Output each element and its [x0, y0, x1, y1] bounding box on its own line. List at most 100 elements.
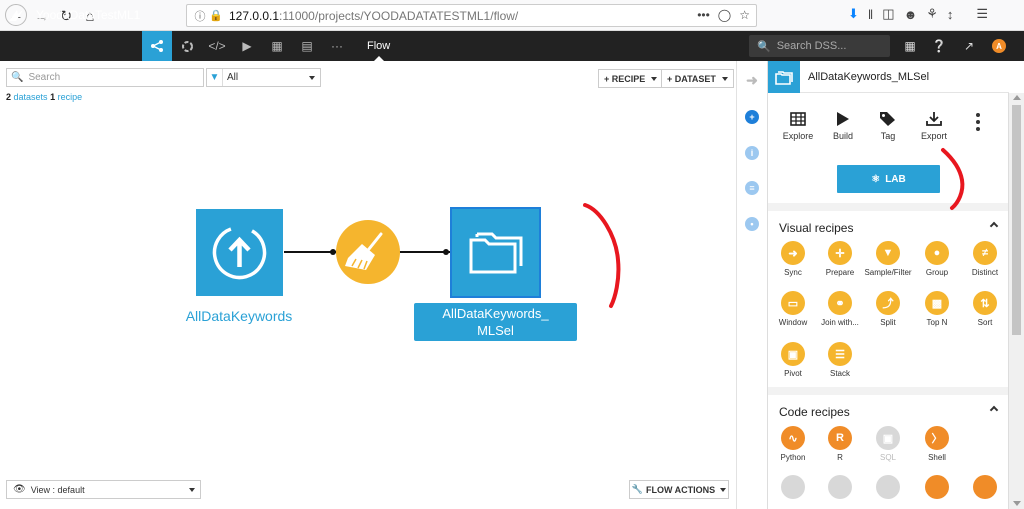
- right-icon-rail: ➜ + i ≡ •: [736, 61, 767, 509]
- recipe-sample-filter[interactable]: ▼ Sample/Filter: [864, 241, 912, 277]
- sql-icon: ▣: [876, 426, 900, 450]
- recipe-label: Stack: [829, 369, 850, 378]
- discussion-icon[interactable]: •: [745, 217, 759, 231]
- recipe-sql[interactable]: ▣ SQL: [864, 426, 912, 462]
- menu-icon[interactable]: ☰: [976, 6, 988, 22]
- target-dataset-label[interactable]: AllDataKeywords_ MLSel: [414, 303, 577, 341]
- chevron-up-icon[interactable]: [989, 405, 999, 415]
- more-vertical-icon[interactable]: [976, 113, 982, 134]
- recipe-window[interactable]: ▭ Window: [769, 291, 817, 327]
- recipe-group[interactable]: ● Group: [913, 241, 961, 277]
- recipe-label: Python: [780, 453, 806, 462]
- lab-label: LAB: [885, 173, 906, 185]
- recipe-shell[interactable]: 〉 Shell: [913, 426, 961, 462]
- target-dataset-node[interactable]: [450, 207, 541, 298]
- recipe-label: Sort: [977, 318, 993, 327]
- recipe-label: R: [837, 453, 843, 462]
- recipe-spark-sql[interactable]: [913, 475, 961, 502]
- scrollbar-thumb[interactable]: [1012, 105, 1021, 335]
- build-label: Build: [832, 131, 853, 141]
- explore-button[interactable]: Explore: [777, 109, 819, 141]
- recipe-hive[interactable]: [864, 475, 912, 502]
- recipe-python[interactable]: ∿ Python: [769, 426, 817, 462]
- top-n-icon: ▩: [925, 291, 949, 315]
- hive-icon: [876, 475, 900, 499]
- spark-sql-icon: [925, 475, 949, 499]
- recipe-stack[interactable]: ☰ Stack: [816, 342, 864, 378]
- help-icon[interactable]: ❔: [927, 31, 951, 61]
- source-dataset-node[interactable]: [196, 209, 283, 296]
- funnel-icon: ▼: [876, 241, 900, 265]
- collapse-arrow-icon[interactable]: ➜: [745, 72, 759, 88]
- group-icon: ●: [925, 241, 949, 265]
- edge-dot: [443, 249, 449, 255]
- recipe-top-n[interactable]: ▩ Top N: [913, 291, 961, 327]
- chevron-up-icon[interactable]: [989, 221, 999, 231]
- add-icon[interactable]: +: [745, 110, 759, 124]
- recipe-sort[interactable]: ⇅ Sort: [961, 291, 1009, 327]
- visual-recipes-title: Visual recipes: [779, 221, 854, 235]
- scroll-down-icon[interactable]: [1013, 501, 1021, 506]
- scroll-up-icon[interactable]: [1013, 95, 1021, 100]
- recipe-distinct[interactable]: ≠ Distinct: [961, 241, 1009, 277]
- extension-icon[interactable]: ⚘: [926, 6, 938, 22]
- folder-icon: [768, 61, 800, 93]
- bookmark-star-icon[interactable]: ☆: [739, 8, 750, 22]
- apps-grid-icon[interactable]: ▦: [898, 31, 922, 61]
- source-dataset-label[interactable]: AllDataKeywords: [176, 308, 302, 324]
- target-label-line2: MLSel: [477, 323, 514, 338]
- recipe-prepare[interactable]: ✛ Prepare: [816, 241, 864, 277]
- tag-label: Tag: [880, 131, 896, 141]
- search-icon: 🔍: [757, 40, 771, 53]
- recipe-pyspark[interactable]: [769, 475, 817, 502]
- build-button[interactable]: Build: [822, 109, 864, 141]
- library-icon[interactable]: ‖: [868, 7, 873, 22]
- download-icon[interactable]: ⬇: [848, 6, 859, 22]
- table-icon: [777, 109, 819, 129]
- eye-icon: 👁: [13, 484, 26, 495]
- right-panel: AllDataKeywords_MLSel Explore Build Tag …: [767, 61, 1009, 509]
- terminal-icon: 〉: [925, 426, 949, 450]
- edge-dot: [330, 249, 336, 255]
- recipe-pivot[interactable]: ▣ Pivot: [769, 342, 817, 378]
- flow-actions-button[interactable]: 🔧 FLOW ACTIONS: [629, 480, 729, 499]
- window-icon: ▭: [781, 291, 805, 315]
- python-icon: ∿: [781, 426, 805, 450]
- recipe-split[interactable]: ⤴ Split: [864, 291, 912, 327]
- tag-button[interactable]: Tag: [867, 109, 909, 141]
- play-icon: [822, 109, 864, 129]
- recipe-r[interactable]: RR: [816, 426, 864, 462]
- panel-actions: Explore Build Tag Export ⚛ LAB: [768, 93, 1009, 203]
- details-icon[interactable]: ≡: [745, 181, 759, 195]
- global-search-placeholder: Search DSS...: [776, 40, 847, 52]
- account-icon[interactable]: ☻: [904, 7, 918, 22]
- recipe-label: Split: [880, 318, 896, 327]
- recipe-join[interactable]: ⚭ Join with...: [816, 291, 864, 327]
- sparkr-icon: [828, 475, 852, 499]
- info-icon[interactable]: i: [745, 146, 759, 160]
- pyspark-icon: [781, 475, 805, 499]
- recipe-label: Distinct: [971, 268, 999, 277]
- view-select[interactable]: 👁 View : default: [6, 480, 201, 499]
- recipe-spark-scala[interactable]: [961, 475, 1009, 502]
- avatar[interactable]: A: [992, 39, 1006, 53]
- visual-recipes-section: Visual recipes ➜ Sync ✛ Prepare ▼ Sample/Fi…: [768, 211, 1009, 387]
- recipe-sparkr[interactable]: [816, 475, 864, 502]
- recipe-label: Prepare: [825, 268, 855, 277]
- chevron-down-icon: [720, 487, 727, 492]
- panel-scrollbar[interactable]: [1008, 93, 1024, 509]
- global-search-input[interactable]: 🔍 Search DSS...: [749, 35, 890, 57]
- export-button[interactable]: Export: [913, 109, 955, 141]
- lab-button[interactable]: ⚛ LAB: [837, 165, 940, 193]
- recipe-sync[interactable]: ➜ Sync: [769, 241, 817, 277]
- code-extension-icon[interactable]: ↕: [947, 7, 954, 22]
- panel-title: AllDataKeywords_MLSel: [808, 71, 930, 83]
- activity-icon[interactable]: ↗: [957, 31, 981, 61]
- prepare-recipe-node[interactable]: [336, 220, 400, 284]
- r-icon: R: [828, 426, 852, 450]
- sync-icon: ➜: [781, 241, 805, 265]
- recipe-label: Shell: [928, 453, 946, 462]
- split-icon: ⤴: [876, 291, 900, 315]
- flow-actions-label: FLOW ACTIONS: [646, 484, 716, 495]
- sidebar-icon[interactable]: ◫: [882, 6, 894, 22]
